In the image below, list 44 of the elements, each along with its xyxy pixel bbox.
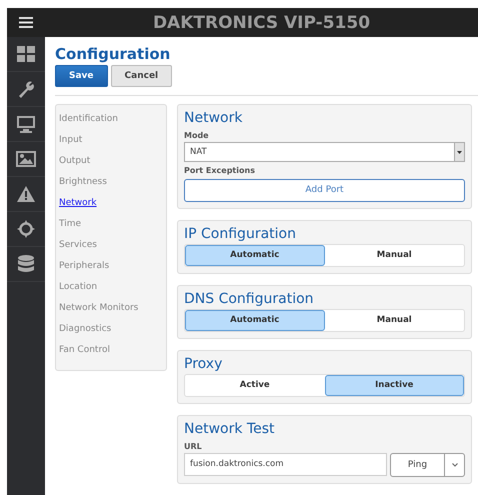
- database-icon: [18, 255, 34, 273]
- nav-link[interactable]: Output: [59, 151, 163, 172]
- app-title: DAKTRONICS VIP-5150: [152, 12, 372, 32]
- nav-link[interactable]: Input: [59, 130, 163, 151]
- menu-icon: [19, 17, 33, 28]
- field-label: Port Exceptions: [184, 166, 256, 175]
- segment-button[interactable]: Active: [185, 374, 324, 396]
- field-label: Mode: [184, 131, 210, 140]
- section-title: Network: [184, 109, 244, 127]
- nav-link[interactable]: Fan Control: [59, 340, 163, 361]
- save-button[interactable]: Save: [55, 65, 108, 87]
- wrench-icon: [17, 80, 35, 98]
- section-title: Network Test: [184, 420, 276, 438]
- section-title: DNS Configuration: [184, 290, 315, 308]
- mode-select[interactable]: NAT: [184, 142, 465, 162]
- caret-icon: [457, 150, 462, 154]
- field-label: URL: [184, 442, 203, 450]
- grid-icon: [17, 46, 35, 62]
- segment-button[interactable]: Manual: [324, 244, 464, 266]
- nav-link[interactable]: Services: [59, 235, 163, 256]
- section-title: IP Configuration: [184, 224, 297, 242]
- nav-link[interactable]: Location: [59, 277, 163, 298]
- segment-button[interactable]: Automatic: [185, 244, 324, 266]
- segment-button[interactable]: Manual: [324, 310, 464, 330]
- nav-link[interactable]: Diagnostics: [59, 319, 163, 340]
- segment-button[interactable]: Inactive: [324, 374, 464, 396]
- nav-link[interactable]: Peripherals: [59, 256, 163, 277]
- nav-link[interactable]: Identification: [59, 109, 163, 130]
- nav-link[interactable]: Time: [59, 214, 163, 235]
- monitor-icon: [16, 115, 36, 133]
- chevron-icon: [452, 462, 458, 466]
- url-field[interactable]: fusion.daktronics.com: [184, 452, 387, 476]
- nav-link[interactable]: Network Monitors: [59, 298, 163, 319]
- cancel-button[interactable]: Cancel: [110, 65, 172, 87]
- ping-button[interactable]: Ping: [391, 454, 444, 476]
- warning-icon: [17, 186, 35, 202]
- page-title: Configuration: [55, 45, 172, 63]
- crosshair-icon: [17, 220, 35, 238]
- section-title: Proxy: [184, 354, 224, 372]
- image-icon: [16, 151, 36, 167]
- nav-link[interactable]: Brightness: [59, 172, 163, 193]
- nav-link[interactable]: Network: [59, 193, 163, 214]
- add-port-button[interactable]: Add Port: [184, 178, 465, 202]
- segment-button[interactable]: Automatic: [185, 310, 324, 330]
